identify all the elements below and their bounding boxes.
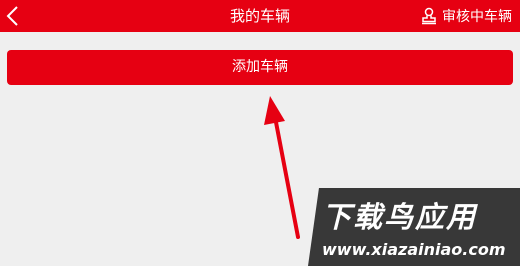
vehicles-under-review-label: 审核中车辆 [442, 9, 512, 25]
watermark-url: www.xiazainiao.com [322, 240, 506, 259]
add-vehicle-button[interactable]: 添加车辆 [7, 50, 513, 85]
stamp-icon [420, 7, 438, 25]
watermark: 下载鸟应用 www.xiazainiao.com [308, 188, 520, 266]
top-navigation-bar: 我的车辆 审核中车辆 [0, 0, 520, 32]
vehicles-under-review-button[interactable]: 审核中车辆 [420, 0, 512, 32]
watermark-title: 下载鸟应用 [322, 200, 478, 234]
